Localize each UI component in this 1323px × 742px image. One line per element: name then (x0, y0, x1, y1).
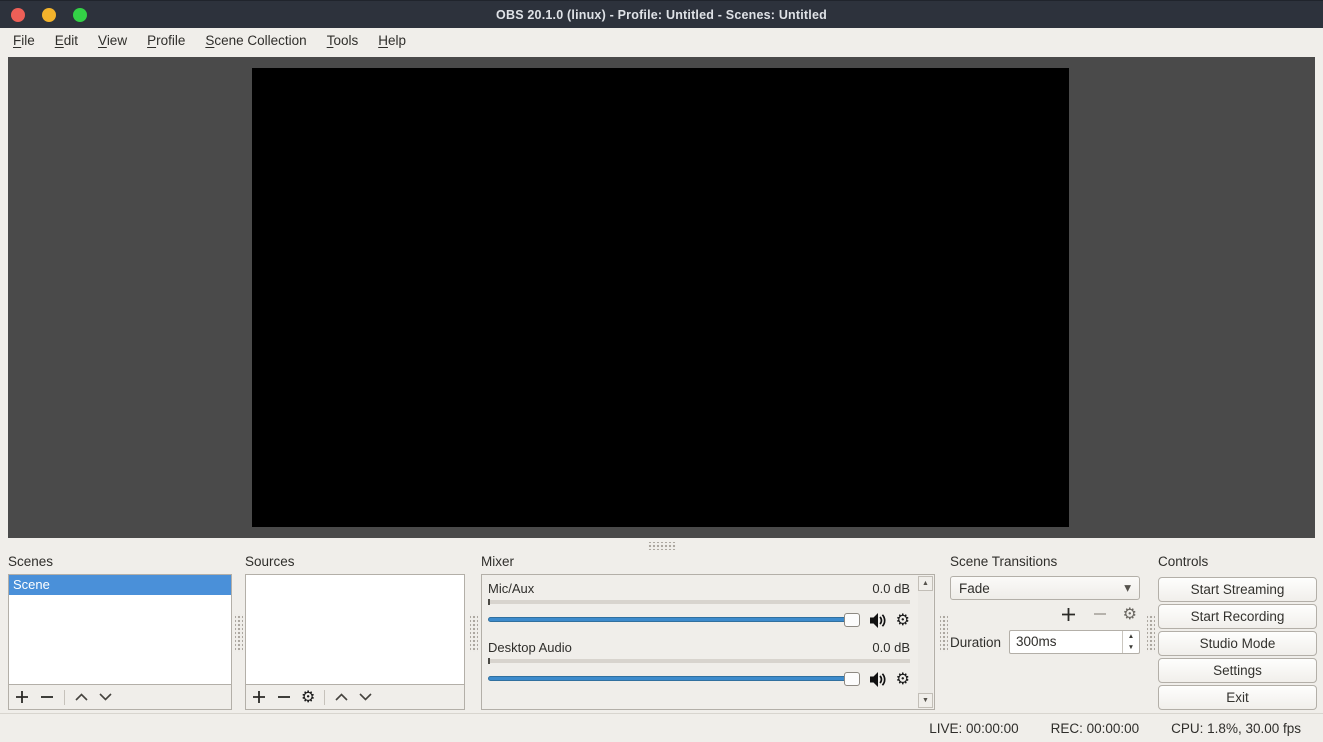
add-scene-icon[interactable] (14, 689, 30, 705)
scenes-list[interactable]: Scene (9, 575, 231, 685)
scenes-toolbar (9, 685, 231, 709)
scene-up-icon[interactable] (74, 692, 89, 702)
spin-up-icon[interactable]: ▲ (1123, 631, 1139, 642)
slider-handle[interactable] (844, 672, 860, 686)
window-title: OBS 20.1.0 (linux) - Profile: Untitled -… (0, 8, 1323, 22)
remove-source-icon[interactable] (276, 689, 292, 705)
remove-transition-icon[interactable] (1092, 606, 1108, 622)
menu-tools[interactable]: Tools (317, 30, 369, 51)
spin-buttons: ▲ ▼ (1122, 631, 1139, 653)
meter-tick (488, 658, 490, 664)
mixer-channel-desktop-audio: Desktop Audio 0.0 dB ⚙ (488, 640, 910, 688)
source-down-icon[interactable] (358, 692, 373, 702)
channel-settings-gear-icon[interactable]: ⚙ (896, 612, 910, 628)
duration-row: Duration 300ms ▲ ▼ (950, 630, 1140, 654)
volume-slider[interactable] (488, 671, 860, 687)
scenes-dock: Scenes Scene (8, 552, 232, 710)
slider-track[interactable] (488, 676, 860, 681)
settings-button[interactable]: Settings (1158, 658, 1317, 683)
scenes-panel: Scene (8, 574, 232, 710)
menu-file[interactable]: File (3, 30, 45, 51)
source-up-icon[interactable] (334, 692, 349, 702)
channel-name: Desktop Audio (488, 640, 572, 657)
channel-settings-gear-icon[interactable]: ⚙ (896, 671, 910, 687)
menu-view[interactable]: View (88, 30, 137, 51)
scrollbar-down-icon[interactable]: ▼ (918, 693, 933, 708)
volume-meter (488, 600, 910, 604)
transition-properties-gear-icon[interactable]: ⚙ (1123, 606, 1137, 622)
scene-down-icon[interactable] (98, 692, 113, 702)
transition-toolbar: ⚙ (950, 600, 1140, 628)
channel-name: Mic/Aux (488, 581, 534, 598)
mute-speaker-icon[interactable] (869, 612, 887, 629)
mixer-panel: Mic/Aux 0.0 dB ⚙ Desktop Au (481, 574, 935, 710)
duration-label: Duration (950, 635, 1001, 650)
menubar: File Edit View Profile Scene Collection … (0, 28, 1323, 52)
menu-edit[interactable]: Edit (45, 30, 88, 51)
add-source-icon[interactable] (251, 689, 267, 705)
meter-tick (488, 599, 490, 605)
duration-value[interactable]: 300ms (1010, 631, 1122, 653)
dock-splitter-horizontal[interactable] (648, 542, 676, 550)
duration-spinbox[interactable]: 300ms ▲ ▼ (1009, 630, 1140, 654)
start-streaming-button[interactable]: Start Streaming (1158, 577, 1317, 602)
obs-window: OBS 20.1.0 (linux) - Profile: Untitled -… (0, 0, 1323, 742)
scrollbar-up-icon[interactable]: ▲ (918, 576, 933, 591)
sources-list[interactable] (246, 575, 464, 685)
scene-transitions-dock: Scene Transitions Fade ▾ ⚙ Duration 300m… (950, 552, 1140, 710)
channel-level: 0.0 dB (872, 640, 910, 657)
spin-down-icon[interactable]: ▼ (1123, 642, 1139, 653)
add-transition-icon[interactable] (1060, 606, 1077, 623)
scrollbar-trough[interactable] (918, 591, 933, 693)
menu-scene-collection[interactable]: Scene Collection (195, 30, 316, 51)
splitter-transitions-controls[interactable] (1147, 614, 1155, 652)
exit-button[interactable]: Exit (1158, 685, 1317, 710)
toolbar-separator (324, 690, 325, 705)
start-recording-button[interactable]: Start Recording (1158, 604, 1317, 629)
status-live: LIVE: 00:00:00 (929, 721, 1018, 736)
slider-handle[interactable] (844, 613, 860, 627)
mute-speaker-icon[interactable] (869, 671, 887, 688)
minimize-button[interactable] (42, 8, 56, 22)
source-properties-gear-icon[interactable]: ⚙ (301, 689, 315, 705)
mixer-dock: Mixer Mic/Aux 0.0 dB ⚙ (481, 552, 935, 710)
mixer-title: Mixer (481, 552, 935, 574)
status-bar: LIVE: 00:00:00 REC: 00:00:00 CPU: 1.8%, … (0, 713, 1323, 742)
menu-help[interactable]: Help (368, 30, 416, 51)
titlebar: OBS 20.1.0 (linux) - Profile: Untitled -… (0, 0, 1323, 28)
preview-area (8, 57, 1315, 538)
channel-level: 0.0 dB (872, 581, 910, 598)
sources-panel: ⚙ (245, 574, 465, 710)
splitter-mixer-transitions[interactable] (940, 614, 948, 652)
remove-scene-icon[interactable] (39, 689, 55, 705)
mixer-scrollbar[interactable]: ▲ ▼ (918, 576, 933, 708)
studio-mode-button[interactable]: Studio Mode (1158, 631, 1317, 656)
controls-title: Controls (1158, 552, 1317, 574)
splitter-sources-mixer[interactable] (470, 614, 478, 652)
scene-transitions-title: Scene Transitions (950, 552, 1140, 574)
menu-profile[interactable]: Profile (137, 30, 195, 51)
transition-select[interactable]: Fade ▾ (950, 576, 1140, 600)
sources-title: Sources (245, 552, 465, 574)
controls-dock: Controls Start Streaming Start Recording… (1158, 552, 1317, 710)
scenes-title: Scenes (8, 552, 232, 574)
splitter-scenes-sources[interactable] (235, 614, 243, 652)
sources-toolbar: ⚙ (246, 685, 464, 709)
toolbar-separator (64, 690, 65, 705)
mixer-channel-mic-aux: Mic/Aux 0.0 dB ⚙ (488, 581, 910, 629)
status-cpu-fps: CPU: 1.8%, 30.00 fps (1171, 721, 1301, 736)
close-button[interactable] (11, 8, 25, 22)
program-canvas[interactable] (252, 68, 1069, 527)
maximize-button[interactable] (73, 8, 87, 22)
status-rec: REC: 00:00:00 (1051, 721, 1140, 736)
sources-dock: Sources ⚙ (245, 552, 465, 710)
volume-slider[interactable] (488, 612, 860, 628)
volume-meter (488, 659, 910, 663)
window-controls (11, 8, 87, 22)
dropdown-arrow-icon: ▾ (1124, 580, 1131, 596)
slider-track[interactable] (488, 617, 860, 622)
transition-selected-value: Fade (959, 581, 1124, 596)
scene-list-item[interactable]: Scene (9, 575, 231, 595)
